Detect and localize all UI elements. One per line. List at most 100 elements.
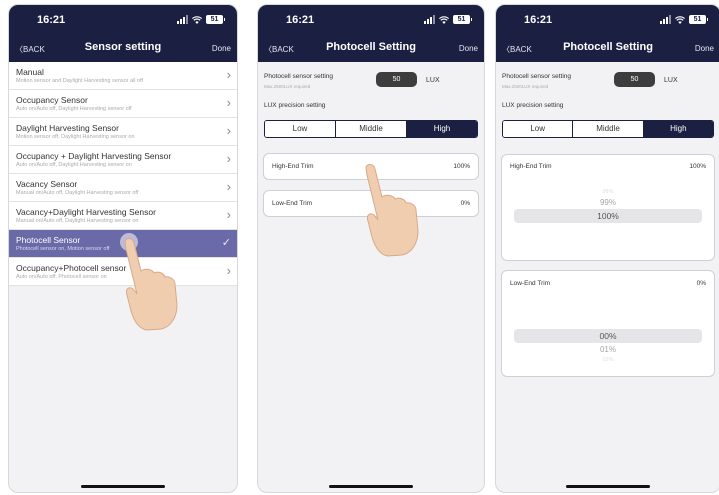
item-title: Photocell Sensor bbox=[16, 235, 81, 245]
done-button[interactable]: Done bbox=[212, 44, 231, 53]
page-title: Sensor setting bbox=[84, 41, 162, 53]
precision-label: LUX precision setting bbox=[264, 102, 326, 109]
pointing-hand-icon bbox=[120, 233, 178, 331]
chevron-right-icon: › bbox=[226, 151, 231, 166]
checkmark-icon: ✓ bbox=[221, 237, 231, 249]
segment-low[interactable]: Low bbox=[503, 121, 574, 137]
item-subtitle: Motion sensor off, Daylight Harvesting s… bbox=[16, 134, 135, 140]
item-title: Daylight Harvesting Sensor bbox=[16, 123, 119, 133]
low-end-trim-card: Low-End Trim 0% 00% 01% 02% bbox=[501, 270, 715, 377]
high-trim-value: 100% bbox=[453, 163, 470, 170]
home-indicator bbox=[566, 485, 650, 488]
item-subtitle: Motion sensor and Daylight Harvesting se… bbox=[16, 78, 144, 84]
done-button[interactable]: Done bbox=[459, 44, 478, 53]
segment-middle[interactable]: Middle bbox=[573, 121, 644, 137]
high-end-trim-card: High-End Trim 100% 98% 99% 100% bbox=[501, 154, 715, 261]
high-trim-label: High-End Trim bbox=[510, 163, 552, 170]
picker-selected-option[interactable]: 100% bbox=[514, 209, 702, 223]
precision-segmented-control: Low Middle High bbox=[502, 120, 714, 138]
status-bar: 16:21 51 bbox=[37, 14, 225, 28]
home-indicator bbox=[329, 485, 413, 488]
wifi-icon bbox=[192, 15, 202, 24]
status-time: 16:21 bbox=[37, 14, 66, 26]
segment-high[interactable]: High bbox=[407, 121, 477, 137]
nav-bar: 16:21 51 〈BACK Photocell Setting Done bbox=[496, 5, 719, 62]
low-trim-label: Low-End Trim bbox=[510, 280, 551, 287]
item-subtitle: Manual on/Auto off, Daylight Harvesting … bbox=[16, 190, 139, 196]
sensor-setting-screen: 16:21 51 〈BACK Sensor setting Done Manua… bbox=[8, 4, 238, 493]
chevron-right-icon: › bbox=[226, 263, 231, 278]
item-title: Vacancy Sensor bbox=[16, 179, 78, 189]
nav-bar: 16:21 51 〈BACK Sensor setting Done bbox=[9, 5, 237, 62]
list-item-manual[interactable]: Manual Motion sensor and Daylight Harves… bbox=[9, 62, 237, 90]
low-trim-value: 0% bbox=[460, 200, 470, 207]
picker-option[interactable]: 02% bbox=[514, 357, 702, 363]
home-indicator bbox=[81, 485, 165, 488]
chevron-right-icon: › bbox=[226, 123, 231, 138]
picker-option[interactable]: 99% bbox=[514, 198, 702, 207]
picker-option[interactable]: 01% bbox=[514, 345, 702, 354]
item-subtitle: Auto on/Auto off, Photocell sensor on bbox=[16, 274, 107, 280]
high-trim-label: High-End Trim bbox=[272, 163, 314, 170]
picker-selected-option[interactable]: 00% bbox=[514, 329, 702, 343]
segment-high[interactable]: High bbox=[643, 121, 713, 137]
item-subtitle: Auto on/Auto off, Daylight Harvesting se… bbox=[16, 162, 132, 168]
page-title: Photocell Setting bbox=[563, 41, 653, 53]
lux-unit: LUX bbox=[426, 77, 440, 84]
chevron-right-icon: › bbox=[226, 207, 231, 222]
item-title: Manual bbox=[16, 67, 44, 77]
status-bar: 16:21 51 bbox=[524, 14, 708, 28]
item-title: Occupancy + Daylight Harvesting Sensor bbox=[16, 151, 172, 161]
list-item-vacancy[interactable]: Vacancy Sensor Manual on/Auto off, Dayli… bbox=[9, 174, 237, 202]
item-title: Occupancy Sensor bbox=[16, 95, 88, 105]
picker-option[interactable]: 98% bbox=[514, 189, 702, 195]
item-subtitle: Photocell sensor on, Motion sensor off bbox=[16, 246, 110, 252]
wifi-icon bbox=[439, 15, 449, 24]
low-trim-label: Low-End Trim bbox=[272, 200, 313, 207]
list-item-daylight[interactable]: Daylight Harvesting Sensor Motion sensor… bbox=[9, 118, 237, 146]
signal-icon bbox=[660, 15, 671, 24]
page-title: Photocell Setting bbox=[326, 41, 416, 53]
battery-icon: 51 bbox=[206, 15, 225, 24]
done-button[interactable]: Done bbox=[695, 44, 714, 53]
precision-segmented-control: Low Middle High bbox=[264, 120, 478, 138]
nav-bar: 16:21 51 〈BACK Photocell Setting Done bbox=[258, 5, 484, 62]
item-subtitle: Auto on/Auto off, Daylight Harvesting se… bbox=[16, 106, 132, 112]
signal-icon bbox=[424, 15, 435, 24]
photocell-sublabel: Max.2500LUX required bbox=[264, 84, 311, 89]
photocell-picker-screen: 16:21 51 〈BACK Photocell Setting Done Ph… bbox=[495, 4, 719, 493]
low-trim-value: 0% bbox=[696, 280, 706, 287]
photocell-setting-row: Photocell sensor setting Max.2500LUX req… bbox=[496, 62, 719, 92]
status-bar: 16:21 51 bbox=[286, 14, 472, 28]
item-subtitle: Manual on/Auto off, Daylight Harvesting … bbox=[16, 218, 139, 224]
item-title: Vacancy+Daylight Harvesting Sensor bbox=[16, 207, 156, 217]
low-trim-picker[interactable]: 00% 01% 02% bbox=[514, 329, 702, 363]
lux-input[interactable]: 50 bbox=[376, 72, 417, 87]
chevron-right-icon: › bbox=[226, 67, 231, 82]
list-item-vacancy-daylight[interactable]: Vacancy+Daylight Harvesting Sensor Manua… bbox=[9, 202, 237, 230]
high-trim-value: 100% bbox=[689, 163, 706, 170]
wifi-icon bbox=[675, 15, 685, 24]
status-time: 16:21 bbox=[286, 14, 315, 26]
photocell-setting-screen: 16:21 51 〈BACK Photocell Setting Done Ph… bbox=[257, 4, 485, 493]
photocell-label: Photocell sensor setting bbox=[264, 73, 334, 80]
signal-icon bbox=[177, 15, 188, 24]
chevron-right-icon: › bbox=[226, 95, 231, 110]
segment-middle[interactable]: Middle bbox=[336, 121, 407, 137]
photocell-setting-row: Photocell sensor setting Max.2500LUX req… bbox=[258, 62, 484, 92]
lux-unit: LUX bbox=[664, 77, 678, 84]
photocell-label: Photocell sensor setting bbox=[502, 73, 572, 80]
battery-icon: 51 bbox=[689, 15, 708, 24]
chevron-right-icon: › bbox=[226, 179, 231, 194]
pointing-hand-icon bbox=[362, 160, 419, 257]
battery-icon: 51 bbox=[453, 15, 472, 24]
lux-input[interactable]: 50 bbox=[614, 72, 655, 87]
item-title: Occupancy+Photocell sensor bbox=[16, 263, 127, 273]
status-time: 16:21 bbox=[524, 14, 553, 26]
photocell-sublabel: Max.2500LUX required bbox=[502, 84, 549, 89]
list-item-occupancy[interactable]: Occupancy Sensor Auto on/Auto off, Dayli… bbox=[9, 90, 237, 118]
segment-low[interactable]: Low bbox=[265, 121, 336, 137]
list-item-occupancy-daylight[interactable]: Occupancy + Daylight Harvesting Sensor A… bbox=[9, 146, 237, 174]
precision-label: LUX precision setting bbox=[502, 102, 564, 109]
high-trim-picker[interactable]: 98% 99% 100% bbox=[514, 189, 702, 223]
